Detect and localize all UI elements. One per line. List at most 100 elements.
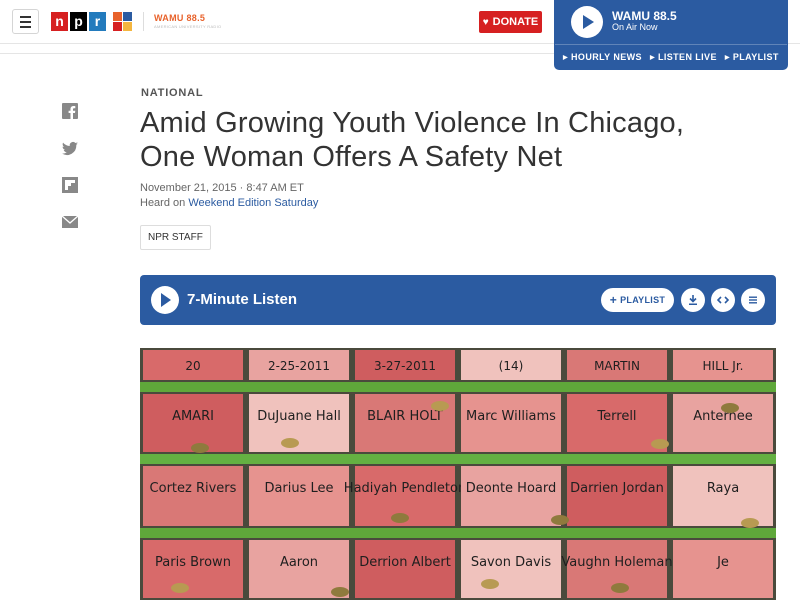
memorial-brick (143, 466, 243, 526)
menu-button[interactable] (12, 9, 39, 34)
leaf (171, 583, 189, 593)
facebook-icon[interactable] (62, 103, 78, 119)
embed-code-icon (717, 296, 729, 304)
npr-logo-p: p (70, 12, 87, 31)
hamburger-line (20, 20, 31, 23)
leaf (721, 403, 739, 413)
memorial-brick-name: Deonte Hoard (466, 481, 557, 496)
page-title: Amid Growing Youth Violence In Chicago, … (140, 106, 780, 174)
plus-icon: + (609, 293, 618, 307)
listen-duration: 7-Minute Listen (187, 291, 298, 308)
npr-logo-r: r (89, 12, 106, 31)
leaf (191, 443, 209, 453)
heart-icon: ♥ (482, 16, 489, 28)
caret-right-icon: ▶ (724, 54, 730, 61)
leaf (611, 583, 629, 593)
live-play-button[interactable] (571, 6, 603, 38)
flipboard-icon[interactable] (62, 177, 78, 193)
memorial-brick-name: DuJuane Hall (257, 409, 341, 424)
memorial-brick (567, 466, 667, 526)
station-mark-piece (123, 12, 132, 21)
memorial-brick-name: (14) (499, 359, 524, 373)
heard-on: Heard on Weekend Edition Saturday (140, 197, 318, 209)
memorial-brick-name: Darrien Jordan (570, 481, 664, 496)
program-link[interactable]: Weekend Edition Saturday (188, 197, 318, 209)
audio-play-button[interactable] (151, 286, 179, 314)
embed-button[interactable] (711, 288, 735, 312)
byline-button[interactable]: NPR STAFF (140, 225, 211, 250)
title-line-2: One Woman Offers A Safety Net (140, 141, 563, 173)
leaf (551, 515, 569, 525)
memorial-brick-name: AMARI (172, 409, 214, 424)
leaf (741, 518, 759, 528)
donate-button[interactable]: ♥ DONATE (479, 11, 542, 33)
article-photo[interactable]: 20 2-25-2011 3-27-2011 (14) MARTIN HILL Jr. AM… (140, 348, 776, 600)
listen-live-link[interactable]: ▶ LISTEN LIVE (650, 52, 717, 62)
station-mark-icon[interactable] (113, 12, 132, 31)
memorial-brick-name: Derrion Albert (359, 555, 451, 570)
memorial-brick-name: Darius Lee (264, 481, 333, 496)
article-slug[interactable]: NATIONAL (141, 87, 203, 99)
memorial-brick-name: 20 (185, 359, 200, 373)
memorial-bricks-image: 20 2-25-2011 3-27-2011 (14) MARTIN HILL Jr. AM… (140, 348, 776, 600)
transcript-button[interactable] (741, 288, 765, 312)
station-mark-piece (123, 22, 132, 31)
memorial-brick-name: HILL Jr. (703, 359, 744, 373)
wamu-logo-subtext: AMERICAN UNIVERSITY RADIO (154, 24, 222, 29)
memorial-brick-name: Raya (707, 481, 739, 496)
hamburger-line (20, 25, 31, 28)
twitter-icon[interactable] (62, 140, 78, 156)
wamu-logo[interactable]: WAMU 88.5 (154, 13, 205, 23)
memorial-brick-name: Paris Brown (155, 555, 231, 570)
memorial-brick-name: Cortez Rivers (150, 481, 237, 496)
download-button[interactable] (681, 288, 705, 312)
caret-right-icon: ▶ (563, 54, 569, 61)
title-line-1: Amid Growing Youth Violence In Chicago, (140, 107, 685, 139)
leaf (431, 401, 449, 411)
memorial-brick-name: Aaron (280, 555, 318, 570)
memorial-brick-name: Marc Williams (466, 409, 556, 424)
add-to-playlist-button[interactable]: + PLAYLIST (601, 288, 674, 312)
hourly-news-link[interactable]: ▶ HOURLY NEWS (563, 52, 642, 62)
playlist-link-label: PLAYLIST (732, 51, 779, 62)
memorial-brick-name: Hadiyah Pendleton (344, 481, 466, 496)
station-mark-piece (113, 12, 122, 21)
donate-label: DONATE (492, 16, 539, 28)
caret-right-icon: ▶ (649, 54, 655, 61)
memorial-brick (461, 466, 561, 526)
header-rule (0, 53, 554, 54)
email-icon[interactable] (62, 214, 78, 230)
playlist-link[interactable]: ▶ PLAYLIST (725, 52, 779, 62)
leaf (481, 579, 499, 589)
transcript-lines-icon (749, 296, 757, 304)
heard-on-prefix: Heard on (140, 197, 186, 209)
memorial-brick-name: 2-25-2011 (268, 359, 330, 373)
header-divider (143, 12, 144, 31)
memorial-brick-name: Savon Davis (471, 555, 552, 570)
memorial-brick-name: Je (716, 555, 729, 570)
player-station-name: WAMU 88.5 (612, 9, 677, 23)
memorial-brick (249, 466, 349, 526)
npr-logo[interactable]: n p r (51, 12, 106, 31)
hamburger-menu-icon (20, 15, 31, 18)
memorial-brick-name: MARTIN (594, 359, 640, 373)
playlist-label: PLAYLIST (620, 295, 666, 305)
station-mark-piece (113, 22, 122, 31)
listen-live-label: LISTEN LIVE (657, 51, 717, 62)
player-links: ▶ HOURLY NEWS ▶ LISTEN LIVE ▶ PLAYLIST (555, 44, 787, 68)
memorial-brick-name: Vaughn Holeman (561, 555, 672, 570)
player-status: On Air Now (612, 22, 658, 32)
download-icon (689, 295, 697, 305)
leaf (281, 438, 299, 448)
article-date: November 21, 2015 · 8:47 AM ET (140, 182, 304, 194)
memorial-brick (673, 466, 773, 526)
leaf (651, 439, 669, 449)
leaf (391, 513, 409, 523)
memorial-brick-name: 3-27-2011 (374, 359, 436, 373)
memorial-brick-name: Terrell (596, 409, 636, 424)
hourly-news-label: HOURLY NEWS (571, 51, 642, 62)
memorial-brick-name: BLAIR HOLT (367, 409, 443, 424)
leaf (331, 587, 349, 597)
memorial-brick-name: Anternee (693, 409, 753, 424)
npr-logo-n: n (51, 12, 68, 31)
